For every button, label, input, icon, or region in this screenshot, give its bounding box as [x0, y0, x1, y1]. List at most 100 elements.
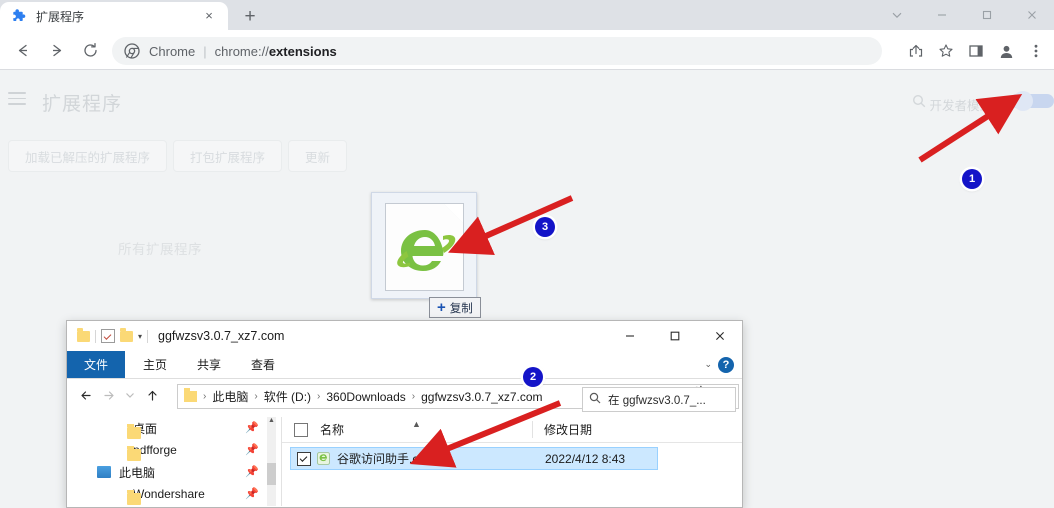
- checkbox-icon[interactable]: [101, 329, 115, 343]
- pin-icon[interactable]: 📌: [245, 443, 259, 456]
- search-icon[interactable]: [912, 94, 926, 108]
- breadcrumb-item-folder[interactable]: ggfwzsv3.0.7_xz7.com: [421, 390, 542, 404]
- share-icon[interactable]: [902, 37, 930, 65]
- row-checkbox[interactable]: [297, 451, 311, 466]
- file-list-header: 名称 ▲ 修改日期: [282, 417, 742, 443]
- update-button[interactable]: 更新: [288, 140, 348, 172]
- ribbon-tab-home[interactable]: 主页: [131, 351, 179, 378]
- breadcrumb-item-this-pc[interactable]: 此电脑: [212, 388, 248, 405]
- tab-extensions[interactable]: 扩展程序 ×: [0, 2, 228, 30]
- breadcrumb-item-drive[interactable]: 软件 (D:): [264, 388, 311, 405]
- profile-avatar-icon[interactable]: [992, 37, 1020, 65]
- extensions-action-buttons: 加载已解压的扩展程序 打包扩展程序 更新: [8, 140, 348, 172]
- column-header-name[interactable]: 名称: [320, 421, 344, 438]
- copy-tooltip: + 复制: [429, 297, 481, 318]
- table-row[interactable]: 谷歌访问助手.crx 2022/4/12 8:43: [290, 447, 658, 470]
- folder-icon: [127, 490, 141, 505]
- scroll-up-icon[interactable]: ▲: [267, 417, 276, 427]
- ie-green-e-icon: [394, 224, 456, 280]
- column-header-date[interactable]: 修改日期: [544, 421, 592, 438]
- pin-icon[interactable]: 📌: [245, 465, 259, 478]
- menu-icon[interactable]: [8, 92, 26, 105]
- quick-access-toolbar: ▾: [77, 327, 149, 343]
- omnibox-chrome-label: Chrome: [149, 43, 196, 59]
- back-icon[interactable]: [8, 36, 36, 64]
- more-menu-icon[interactable]: [1022, 37, 1050, 65]
- breadcrumb-item-downloads[interactable]: 360Downloads: [326, 390, 405, 404]
- tab-title: 扩展程序: [36, 9, 85, 24]
- breadcrumb-separator: ›: [317, 391, 321, 402]
- file-name: 谷歌访问助手.crx: [337, 452, 429, 466]
- forward-icon[interactable]: [42, 36, 70, 64]
- toolbar-right-icons: [902, 37, 1050, 65]
- minimize-icon[interactable]: [919, 0, 964, 30]
- pin-icon[interactable]: 📌: [245, 487, 259, 500]
- reload-icon[interactable]: [76, 36, 104, 64]
- ribbon-tab-share[interactable]: 共享: [185, 351, 233, 378]
- pack-extension-button[interactable]: 打包扩展程序: [173, 140, 283, 172]
- maximize-icon[interactable]: [964, 0, 1009, 30]
- sidebar-item-pdfforge[interactable]: pdfforge 📌: [67, 439, 281, 461]
- dropdown-caret-icon[interactable]: ▾: [138, 332, 142, 341]
- omnibox-separator: |: [203, 43, 207, 59]
- back-icon[interactable]: [75, 384, 97, 406]
- up-icon[interactable]: [141, 384, 163, 406]
- file-explorer-window: ▾ ggfwzsv3.0.7_xz7.com 文件 主页 共享 查看 ⌄ ? ›…: [66, 320, 743, 508]
- divider: [95, 329, 96, 343]
- tab-close-icon[interactable]: ×: [202, 9, 216, 23]
- sidebar-item-label: 此电脑: [119, 465, 156, 480]
- divider: [147, 329, 149, 343]
- bookmark-star-icon[interactable]: [932, 37, 960, 65]
- file-explorer-ribbon: 文件 主页 共享 查看 ⌄ ?: [67, 351, 742, 379]
- omnibox-url: chrome://extensions: [215, 44, 337, 59]
- navigation-pane-scrollbar[interactable]: ▲: [267, 417, 276, 506]
- sidebar-item-this-pc[interactable]: 此电脑 📌: [67, 461, 281, 483]
- crx-file-icon: [317, 452, 330, 465]
- select-all-checkbox[interactable]: [294, 422, 308, 437]
- forward-icon[interactable]: [97, 384, 119, 406]
- maximize-icon[interactable]: [652, 321, 697, 351]
- dev-mode-toggle[interactable]: [1010, 91, 1054, 111]
- file-list: 名称 ▲ 修改日期 谷歌访问助手.crx 2022/4/12 8:43: [282, 417, 742, 506]
- plus-icon: +: [437, 299, 446, 316]
- help-button[interactable]: ?: [718, 357, 734, 373]
- breadcrumb-separator: ›: [203, 391, 207, 402]
- ribbon-tab-file[interactable]: 文件: [67, 351, 125, 378]
- annotation-badge-1: 1: [962, 169, 982, 189]
- dev-mode-label: 开发者模式: [929, 99, 992, 113]
- load-unpacked-button[interactable]: 加载已解压的扩展程序: [8, 140, 168, 172]
- recent-locations-icon[interactable]: [119, 384, 141, 406]
- file-explorer-window-controls: [607, 321, 742, 351]
- pin-icon[interactable]: 📌: [245, 421, 259, 434]
- tab-strip: 扩展程序 × +: [0, 0, 1054, 30]
- column-divider[interactable]: [532, 421, 533, 438]
- minimize-icon[interactable]: [607, 321, 652, 351]
- toggle-knob: [1013, 91, 1033, 111]
- search-input[interactable]: 在 ggfwzsv3.0.7_...: [608, 392, 706, 408]
- screenshot-root: 扩展程序 × + Chrome | chrome://extensions 扩展…: [0, 0, 1054, 508]
- folder-icon: [127, 424, 141, 439]
- annotation-badge-3: 3: [535, 217, 555, 237]
- browser-toolbar: Chrome | chrome://extensions: [0, 30, 1054, 70]
- sidebar-item-desktop[interactable]: 桌面 📌: [67, 417, 281, 439]
- new-tab-button[interactable]: +: [236, 4, 264, 29]
- side-panel-icon[interactable]: [962, 37, 990, 65]
- close-icon[interactable]: [697, 321, 742, 351]
- address-bar[interactable]: Chrome | chrome://extensions: [112, 37, 882, 65]
- chevron-down-icon[interactable]: [874, 0, 919, 30]
- file-explorer-search-box[interactable]: 在 ggfwzsv3.0.7_...: [582, 387, 736, 412]
- browser-window-controls: [874, 0, 1054, 30]
- ribbon-expand-caret-icon[interactable]: ⌄: [704, 359, 712, 370]
- file-explorer-titlebar: ▾ ggfwzsv3.0.7_xz7.com: [67, 321, 742, 351]
- omnibox-url-prefix: chrome://: [214, 43, 269, 59]
- breadcrumb-separator: ›: [254, 391, 258, 402]
- ribbon-tab-view[interactable]: 查看: [239, 351, 287, 378]
- drag-ghost-file: [371, 192, 477, 299]
- breadcrumb-separator: ›: [411, 391, 416, 402]
- folder-icon[interactable]: [77, 327, 90, 342]
- folder-icon[interactable]: [120, 327, 133, 342]
- scrollbar-thumb[interactable]: [267, 463, 276, 485]
- sidebar-item-wondershare[interactable]: Wondershare 📌: [67, 483, 281, 505]
- file-date: 2022/4/12 8:43: [545, 451, 626, 466]
- close-icon[interactable]: [1009, 0, 1054, 30]
